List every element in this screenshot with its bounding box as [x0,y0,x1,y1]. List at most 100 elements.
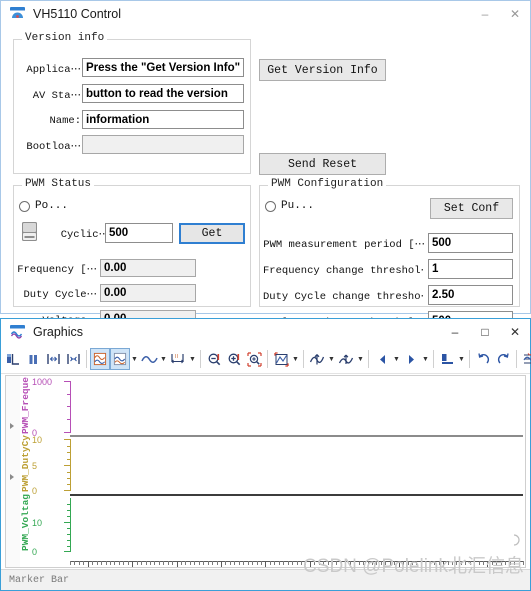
x-tick-minor [434,561,436,565]
graphics-maximize-button[interactable]: □ [470,319,500,345]
x-tick-minor [323,561,325,565]
control-minimize-button[interactable]: – [470,1,500,27]
layout-icon[interactable] [437,348,457,370]
application-version-field[interactable]: Press the "Get Version Info" [82,58,244,77]
add-axis-icon[interactable] [3,348,23,370]
x-tick-minor [300,561,302,565]
get-button[interactable]: Get [179,223,245,244]
x-tick-minor [403,561,405,565]
undo-icon[interactable] [473,348,493,370]
send-reset-button[interactable]: Send Reset [259,153,386,175]
x-tick-minor [189,561,191,565]
get-version-info-button[interactable]: Get Version Info [259,59,386,81]
x-tick-minor [83,561,85,565]
name-label: Name: [49,115,81,127]
cursor-marker-icon[interactable] [336,348,356,370]
chevron-down-icon[interactable]: ▼ [130,348,139,370]
x-tick-minor [336,561,338,565]
x-tick-major [309,561,311,567]
pwm-config-radio[interactable]: Pu... [265,200,314,212]
x-tick-minor [127,561,129,565]
pwm-status-radio[interactable]: Po... [19,200,68,212]
fit-left-icon[interactable] [43,348,63,370]
series-line-frequency [70,435,523,437]
zoom-area-icon[interactable] [271,348,291,370]
chevron-down-icon[interactable]: ▼ [188,348,197,370]
x-tick-major [132,561,134,567]
set-conf-button[interactable]: Set Conf [430,198,513,219]
x-tick-minor [207,561,209,565]
signal-curve-icon[interactable] [110,348,130,370]
chevron-down-icon[interactable]: ▼ [327,348,336,370]
duty-cycle-threshold-input[interactable]: 2.50 [428,285,513,305]
x-tick-minor [438,561,440,565]
x-tick-minor [349,561,351,565]
x-tick-major [354,561,356,567]
chevron-down-icon[interactable]: ▼ [421,348,430,370]
duty-cycle-threshold-label: Duty Cycle change thresho⋯ [263,291,425,303]
x-tick-minor [363,561,365,565]
frequency-threshold-label: Frequency change threshol⋯ [263,265,425,277]
measure-range-icon[interactable]: II [168,348,188,370]
x-tick-minor [114,561,116,565]
bootloader-label: Bootloa⋯ [26,141,81,153]
chevron-down-icon[interactable]: ▼ [159,348,168,370]
x-tick-minor [136,561,138,565]
x-tick-minor [278,561,280,565]
x-tick-minor [500,561,502,565]
control-close-button[interactable]: ✕ [500,1,530,27]
splitter-handle-1[interactable] [8,422,18,431]
pwm-configuration-group-label: PWM Configuration [268,178,387,190]
y-tick-voltage-0: 0 [32,547,38,557]
signal-view-icon[interactable] [90,348,110,370]
pause-icon[interactable] [23,348,43,370]
waveform-icon[interactable] [139,348,159,370]
av-status-field[interactable]: button to read the version [82,84,244,103]
toggle-switch-icon[interactable] [21,221,40,243]
application-version-label: Applica⋯ [26,64,81,76]
chevron-down-icon[interactable]: ▼ [356,348,365,370]
pwm-measurement-period-input[interactable]: 500 [428,233,513,253]
graphics-window-titlebar[interactable]: Graphics – □ ✕ [1,319,530,346]
toolbar-separator [433,350,434,368]
cursor-up-icon[interactable] [307,348,327,370]
x-tick-minor [216,561,218,565]
cyclic-input[interactable]: 500 [105,223,173,243]
redo-icon[interactable] [493,348,513,370]
step-back-icon[interactable] [372,348,392,370]
plot-scroll-corner[interactable] [511,533,523,546]
graph-settings-icon[interactable] [520,348,531,370]
x-tick-minor [465,561,467,565]
bootloader-field[interactable] [82,135,244,154]
graphics-minimize-button[interactable]: – [440,319,470,345]
fit-right-icon[interactable] [63,348,83,370]
x-tick-minor [163,561,165,565]
name-field[interactable]: information [82,110,244,129]
graphics-close-button[interactable]: ✕ [500,319,530,345]
x-tick-minor [456,561,458,565]
duty-cycle-value: 0.00 [100,284,196,302]
frequency-threshold-input[interactable]: 1 [428,259,513,279]
splitter-handle-2[interactable] [8,473,18,482]
y-axis-title-voltage: PWM_Voltag [20,493,31,551]
chevron-down-icon[interactable]: ▼ [291,348,300,370]
x-tick-minor [305,561,307,565]
chevron-down-icon[interactable]: ▼ [392,348,401,370]
y-tick-dutycycle-5: 5 [32,461,38,471]
chart-plot-area[interactable]: PWM_Freque PWM_DutyCy PWM_Voltag 1000 0 [5,375,526,568]
chevron-down-icon[interactable]: ▼ [457,348,466,370]
step-forward-icon[interactable] [401,348,421,370]
x-tick-minor [238,561,240,565]
zoom-out-icon[interactable] [204,348,224,370]
x-tick-minor [367,561,369,565]
zoom-in-icon[interactable] [224,348,244,370]
x-tick-minor [260,561,262,565]
x-tick-minor [332,561,334,565]
x-tick-minor [296,561,298,565]
x-tick-minor [252,561,254,565]
x-tick-minor [149,561,151,565]
control-window-titlebar[interactable]: VH5110 Control – ✕ [1,1,530,28]
zoom-fit-icon[interactable] [244,348,264,370]
toolbar-separator [368,350,369,368]
x-tick-minor [447,561,449,565]
